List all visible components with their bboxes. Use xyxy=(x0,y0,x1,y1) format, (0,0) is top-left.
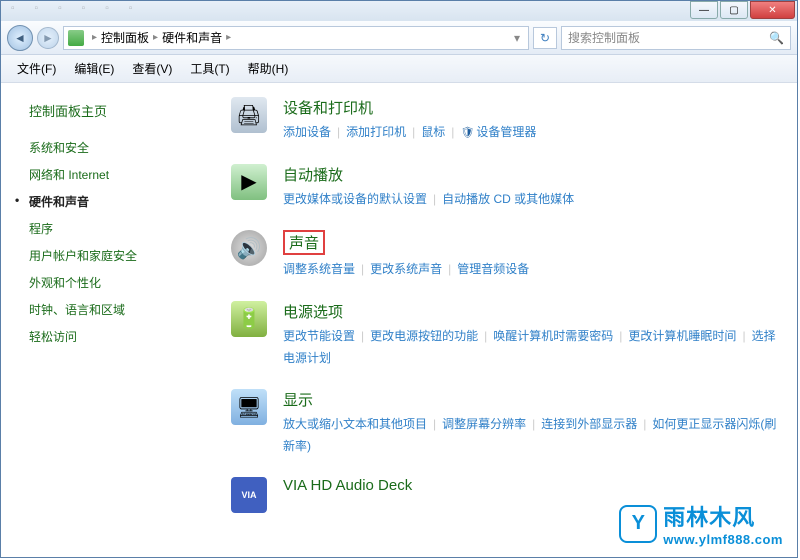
category-title[interactable]: 设备和打印机 xyxy=(283,97,373,118)
category-title[interactable]: VIA HD Audio Deck xyxy=(283,477,412,494)
link-separator: | xyxy=(433,192,436,206)
forward-button[interactable]: ► xyxy=(37,27,59,49)
link-separator: | xyxy=(643,417,646,431)
breadcrumb-item[interactable]: 控制面板 xyxy=(101,29,149,46)
sidebar-item[interactable]: 用户帐户和家庭安全 xyxy=(29,242,211,269)
power-icon: 🔋 xyxy=(231,301,267,337)
titlebar: ▫▫▫▫▫▫ — ▢ ✕ xyxy=(1,1,797,21)
search-icon[interactable]: 🔍 xyxy=(769,31,784,45)
autoplay-icon: ▶ xyxy=(231,164,267,200)
category-link[interactable]: 鼠标 xyxy=(421,125,445,139)
category-title[interactable]: 显示 xyxy=(283,389,313,410)
breadcrumb-item[interactable]: 硬件和声音 xyxy=(162,29,222,46)
shield-icon: 🛡 xyxy=(460,127,474,139)
link-separator: | xyxy=(433,417,436,431)
category-link[interactable]: 唤醒计算机时需要密码 xyxy=(493,329,613,343)
menu-edit[interactable]: 编辑(E) xyxy=(66,56,122,81)
category-link[interactable]: 连接到外部显示器 xyxy=(541,417,637,431)
menu-tools[interactable]: 工具(T) xyxy=(182,56,237,81)
link-separator: | xyxy=(361,329,364,343)
category-title[interactable]: 声音 xyxy=(283,230,777,259)
main-panel: 🖨 设备和打印机添加设备 | 添加打印机 | 鼠标 | 🛡设备管理器 ▶ 自动播放更改媒体或设备的… xyxy=(211,83,797,557)
search-placeholder: 搜索控制面板 xyxy=(568,29,640,46)
breadcrumb-sep: ▸ xyxy=(226,32,231,43)
sidebar-item[interactable]: 时钟、语言和区域 xyxy=(29,296,211,323)
link-separator: | xyxy=(337,125,340,139)
breadcrumb-sep: ▸ xyxy=(92,32,97,43)
category-link[interactable]: 设备管理器 xyxy=(476,125,536,139)
category: 🔋 电源选项更改节能设置 | 更改电源按钮的功能 | 唤醒计算机时需要密码 | 更改计算机睡眠… xyxy=(231,301,777,369)
navbar: ◄ ► ▸ 控制面板 ▸ 硬件和声音 ▸ ▾ ↻ 搜索控制面板 🔍 xyxy=(1,21,797,55)
category-link[interactable]: 添加打印机 xyxy=(346,125,406,139)
sidebar-item[interactable]: 硬件和声音 xyxy=(29,188,211,215)
category: 🔊 声音调整系统音量 | 更改系统声音 | 管理音频设备 xyxy=(231,230,777,281)
link-separator: | xyxy=(361,262,364,276)
refresh-button[interactable]: ↻ xyxy=(533,27,557,49)
link-separator: | xyxy=(412,125,415,139)
control-panel-icon xyxy=(68,30,84,46)
breadcrumb-sep: ▸ xyxy=(153,32,158,43)
menu-file[interactable]: 文件(F) xyxy=(9,56,64,81)
category-link[interactable]: 调整系统音量 xyxy=(283,262,355,276)
link-separator: | xyxy=(619,329,622,343)
menu-help[interactable]: 帮助(H) xyxy=(240,56,297,81)
minimize-button[interactable]: — xyxy=(690,1,718,19)
sidebar-item[interactable]: 轻松访问 xyxy=(29,323,211,350)
category: ▶ 自动播放更改媒体或设备的默认设置 | 自动播放 CD 或其他媒体 xyxy=(231,164,777,211)
breadcrumb-dropdown[interactable]: ▾ xyxy=(510,31,524,45)
sidebar-header[interactable]: 控制面板主页 xyxy=(29,101,211,120)
sidebar-item[interactable]: 外观和个性化 xyxy=(29,269,211,296)
breadcrumb[interactable]: ▸ 控制面板 ▸ 硬件和声音 ▸ ▾ xyxy=(63,26,529,50)
category-link[interactable]: 放大或缩小文本和其他项目 xyxy=(283,417,427,431)
watermark-url: www.ylmf888.com xyxy=(663,532,783,547)
category-title[interactable]: 电源选项 xyxy=(283,301,343,322)
sound-icon: 🔊 xyxy=(231,230,267,266)
display-icon: 🖥 xyxy=(231,389,267,425)
category-link[interactable]: 管理音频设备 xyxy=(457,262,529,276)
category: 🖥显示放大或缩小文本和其他项目|调整屏幕分辨率|连接到外部显示器|如何更正显示器… xyxy=(231,389,777,457)
category-link[interactable]: 更改电源按钮的功能 xyxy=(370,329,478,343)
watermark-icon: Y xyxy=(619,505,657,543)
category-link[interactable]: 更改媒体或设备的默认设置 xyxy=(283,192,427,206)
printer-icon: 🖨 xyxy=(231,97,267,133)
maximize-button[interactable]: ▢ xyxy=(720,1,748,19)
menu-view[interactable]: 查看(V) xyxy=(124,56,180,81)
via-icon: VIA xyxy=(231,477,267,513)
link-separator: | xyxy=(484,329,487,343)
category-link[interactable]: 更改节能设置 xyxy=(283,329,355,343)
category-link[interactable]: 自动播放 CD 或其他媒体 xyxy=(442,192,574,206)
taskbar-ghost: ▫▫▫▫▫▫ xyxy=(11,3,132,14)
category: 🖨 设备和打印机添加设备 | 添加打印机 | 鼠标 | 🛡设备管理器 xyxy=(231,97,777,144)
category-link[interactable]: 更改系统声音 xyxy=(370,262,442,276)
search-input[interactable]: 搜索控制面板 🔍 xyxy=(561,26,791,50)
close-button[interactable]: ✕ xyxy=(750,1,795,19)
category-link[interactable]: 添加设备 xyxy=(283,125,331,139)
watermark-title: 雨林木风 xyxy=(663,500,783,532)
link-separator: | xyxy=(742,329,745,343)
sidebar: 控制面板主页 系统和安全网络和 Internet硬件和声音程序用户帐户和家庭安全… xyxy=(1,83,211,557)
sidebar-item[interactable]: 网络和 Internet xyxy=(29,161,211,188)
link-separator: | xyxy=(451,125,454,139)
sidebar-item[interactable]: 系统和安全 xyxy=(29,134,211,161)
menubar: 文件(F) 编辑(E) 查看(V) 工具(T) 帮助(H) xyxy=(1,55,797,83)
category-link[interactable]: 更改计算机睡眠时间 xyxy=(628,329,736,343)
category-title[interactable]: 自动播放 xyxy=(283,164,343,185)
sidebar-item[interactable]: 程序 xyxy=(29,215,211,242)
category-link[interactable]: 调整屏幕分辨率 xyxy=(442,417,526,431)
link-separator: | xyxy=(448,262,451,276)
back-button[interactable]: ◄ xyxy=(7,25,33,51)
link-separator: | xyxy=(532,417,535,431)
watermark: Y 雨林木风 www.ylmf888.com xyxy=(619,500,783,547)
